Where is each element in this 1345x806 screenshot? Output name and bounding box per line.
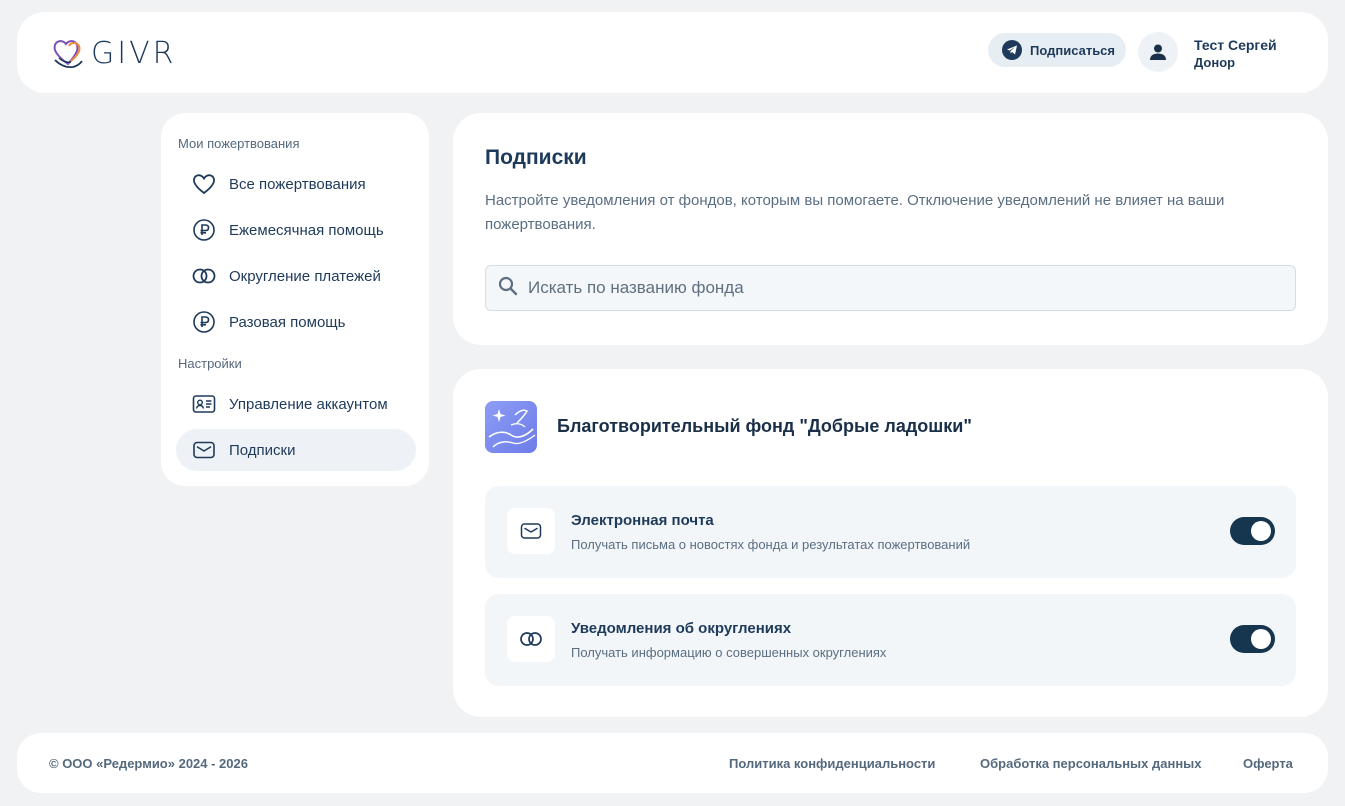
logo-text: GIVR xyxy=(91,35,177,71)
subscribe-label: Подписаться xyxy=(1030,42,1116,58)
sidebar: Мои пожертвования Все пожертвования Ежем… xyxy=(161,113,429,486)
page-title: Подписки xyxy=(485,146,587,169)
fund-name: Благотворительный фонд "Добрые ладошки" xyxy=(557,416,972,436)
toggle-knob xyxy=(1251,629,1271,649)
sidebar-item-payment-rounding[interactable]: Округление платежей xyxy=(176,255,416,297)
personal-data-link[interactable]: Обработка персональных данных xyxy=(980,756,1202,771)
envelope-icon xyxy=(507,508,555,554)
notification-description: Получать информацию о совершенных округл… xyxy=(571,645,887,660)
sidebar-item-label: Все пожертвования xyxy=(229,175,366,193)
notification-row-rounding: Уведомления об округлениях Получать инфо… xyxy=(485,594,1296,686)
email-toggle[interactable] xyxy=(1230,517,1275,545)
offer-link[interactable]: Оферта xyxy=(1243,756,1293,771)
id-card-icon xyxy=(192,392,216,416)
sidebar-item-label: Разовая помощь xyxy=(229,313,346,331)
sidebar-item-label: Управление аккаунтом xyxy=(229,395,388,413)
privacy-policy-link[interactable]: Политика конфиденциальности xyxy=(729,756,935,771)
user-icon xyxy=(1150,44,1166,60)
toggle-knob xyxy=(1251,521,1271,541)
sidebar-item-one-time-help[interactable]: Разовая помощь xyxy=(176,301,416,343)
search-box[interactable] xyxy=(485,265,1296,311)
user-name[interactable]: Тест Сергей xyxy=(1194,37,1277,53)
notification-description: Получать письма о новостях фонда и резул… xyxy=(571,537,971,552)
avatar[interactable] xyxy=(1138,32,1178,72)
subscriptions-header-card: Подписки Настройте уведомления от фондов… xyxy=(453,113,1328,345)
rounding-toggle[interactable] xyxy=(1230,625,1275,653)
footer: © ООО «Редермио» 2024 - 2026 Политика ко… xyxy=(17,733,1328,793)
sidebar-item-label: Округление платежей xyxy=(229,267,381,285)
sidebar-item-label: Подписки xyxy=(229,441,296,459)
notification-title: Уведомления об округлениях xyxy=(571,620,792,637)
rings-icon xyxy=(507,616,555,662)
rings-icon xyxy=(192,264,216,288)
envelope-icon xyxy=(192,438,216,462)
sidebar-item-label: Ежемесячная помощь xyxy=(229,221,384,239)
page-description: Настройте уведомления от фондов, которым… xyxy=(485,192,1225,233)
search-icon xyxy=(498,276,518,301)
notification-title: Электронная почта xyxy=(571,512,714,529)
fund-card: Благотворительный фонд "Добрые ладошки" … xyxy=(453,369,1328,717)
user-role: Донор xyxy=(1194,55,1236,70)
telegram-icon xyxy=(1002,40,1022,60)
header: GIVR Подписаться Тест Сергей Донор xyxy=(17,12,1328,93)
notification-row-email: Электронная почта Получать письма о ново… xyxy=(485,486,1296,578)
subscribe-telegram-button[interactable]: Подписаться xyxy=(988,33,1126,67)
logo-heart-icon xyxy=(53,40,83,69)
search-input[interactable] xyxy=(528,278,1288,298)
logo[interactable]: GIVR xyxy=(49,34,176,72)
sidebar-group-donations: Мои пожертвования xyxy=(178,136,300,151)
fund-logo xyxy=(485,401,537,453)
sidebar-item-all-donations[interactable]: Все пожертвования xyxy=(176,163,416,205)
ruble-icon xyxy=(192,218,216,242)
sidebar-group-settings: Настройки xyxy=(178,356,242,371)
copyright: © ООО «Редермио» 2024 - 2026 xyxy=(49,756,248,771)
heart-icon xyxy=(192,172,216,196)
sidebar-item-account-management[interactable]: Управление аккаунтом xyxy=(176,383,416,425)
ruble-icon xyxy=(192,310,216,334)
sidebar-item-monthly-help[interactable]: Ежемесячная помощь xyxy=(176,209,416,251)
sidebar-item-subscriptions[interactable]: Подписки xyxy=(176,429,416,471)
